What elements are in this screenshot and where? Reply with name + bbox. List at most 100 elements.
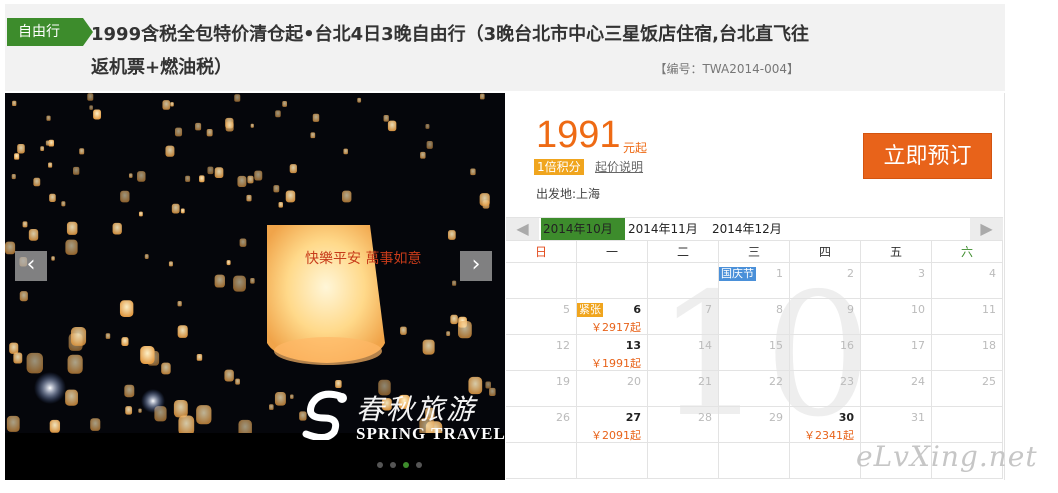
next-month-arrow-icon[interactable]: ▶: [970, 218, 1003, 240]
sky-lantern: [290, 394, 294, 399]
sky-lantern: [119, 300, 134, 317]
day-number: 19: [556, 375, 570, 388]
day-number: 30: [838, 411, 854, 424]
gallery-dot-active[interactable]: [403, 462, 409, 468]
sky-lantern: [9, 342, 19, 354]
calendar-day-cell: 12: [506, 335, 577, 371]
gallery-next-button[interactable]: ›: [460, 251, 492, 281]
weekday-label: 一: [577, 241, 648, 263]
product-code: 【编号：TWA2014-004】: [654, 62, 799, 76]
calendar-day-cell: [648, 443, 719, 479]
calendar-day-cell: [719, 443, 790, 479]
day-number: 16: [840, 339, 854, 352]
sky-lantern: [65, 389, 78, 406]
calendar-day-cell: [648, 263, 719, 299]
gallery-dot[interactable]: [377, 462, 383, 468]
day-number: 21: [698, 375, 712, 388]
day-price[interactable]: ￥1991起: [591, 355, 641, 371]
calendar-day-cell[interactable]: 13 ￥1991起: [577, 335, 648, 371]
sky-lantern: [51, 256, 55, 261]
day-number: 4: [989, 267, 996, 280]
gallery-dot[interactable]: [390, 462, 396, 468]
lantern-inscription: 快樂平安 萬事如意: [305, 250, 421, 267]
sky-lantern: [61, 201, 66, 207]
day-number: 11: [982, 303, 996, 316]
sky-lantern: [426, 141, 433, 149]
sky-lantern: [49, 419, 61, 433]
sky-lantern: [144, 254, 149, 259]
sky-lantern: [450, 314, 458, 325]
day-number: 27: [625, 411, 641, 424]
sky-lantern: [26, 352, 43, 374]
calendar-day-cell: 3: [861, 263, 932, 299]
sky-lantern: [206, 128, 213, 137]
sky-lantern: [233, 275, 246, 292]
day-price[interactable]: ￥2917起: [591, 319, 641, 335]
price: 1991: [536, 114, 621, 156]
calendar-day-cell[interactable]: 27 ￥2091起: [577, 407, 648, 443]
gallery-prev-button[interactable]: ‹: [15, 251, 47, 281]
sky-lantern: [170, 102, 174, 107]
sky-lantern: [17, 143, 25, 154]
sky-lantern: [446, 331, 451, 337]
sky-lantern: [90, 418, 101, 431]
sky-lantern: [195, 122, 202, 131]
availability-badge: 紧张: [577, 303, 603, 317]
calendar-day-cell: 10: [861, 299, 932, 335]
calendar-day-cell: 11: [932, 299, 1003, 335]
calendar-day-cell: 8: [719, 299, 790, 335]
calendar-day-cell: 19: [506, 371, 577, 407]
calendar-day-cell[interactable]: 6 紧张 ￥2917起: [577, 299, 648, 335]
day-number: 1: [776, 267, 783, 280]
sky-lantern: [66, 221, 78, 235]
month-tab-oct[interactable]: 2014年10月: [541, 218, 625, 240]
sky-lantern: [105, 333, 111, 339]
sky-lantern: [11, 173, 16, 180]
sky-lantern: [162, 100, 171, 110]
day-number: 26: [556, 411, 570, 424]
sky-lantern: [400, 326, 407, 335]
booking-panel: 1991 元起 1倍积分 起价说明 出发地:上海 立即预订 ◀ 2014年10月…: [505, 93, 1005, 480]
sky-lantern: [40, 146, 45, 152]
sky-lantern: [269, 404, 274, 410]
month-tab-nov[interactable]: 2014年11月: [626, 218, 698, 240]
sky-lantern: [46, 115, 51, 121]
sky-lantern: [93, 109, 102, 120]
watermark-english: SPRING TRAVEL: [356, 424, 505, 443]
sky-lantern: [214, 167, 224, 179]
sky-lantern: [343, 148, 348, 155]
day-number: 17: [911, 339, 925, 352]
sky-lantern: [22, 221, 28, 228]
day-number: 29: [769, 411, 783, 424]
weekday-label: 三: [719, 241, 790, 263]
day-price[interactable]: ￥2091起: [591, 427, 641, 443]
calendar-day-cell: 4: [932, 263, 1003, 299]
sky-lantern: [234, 94, 241, 102]
gallery-dot[interactable]: [416, 462, 422, 468]
calendar-day-cell[interactable]: 30 ￥2341起: [790, 407, 861, 443]
day-number: 18: [982, 339, 996, 352]
day-price[interactable]: ￥2341起: [804, 427, 854, 443]
weekday-label: 日: [506, 241, 577, 263]
sky-lantern: [282, 100, 288, 107]
day-number: 20: [627, 375, 641, 388]
sky-lantern: [128, 173, 133, 178]
sky-lantern: [196, 405, 212, 425]
sky-lantern: [422, 339, 435, 355]
day-number: 10: [911, 303, 925, 316]
calendar-day-cell: 14: [648, 335, 719, 371]
calendar-day-cell: 2: [790, 263, 861, 299]
sky-lantern: [65, 239, 78, 255]
sky-lantern: [178, 415, 195, 436]
month-tab-dec[interactable]: 2014年12月: [710, 218, 782, 240]
calendar-day-cell: 20: [577, 371, 648, 407]
sky-lantern: [174, 127, 183, 137]
sky-lantern: [28, 229, 39, 241]
sky-lantern: [342, 190, 352, 203]
sky-lantern: [278, 202, 283, 208]
prev-month-arrow-icon[interactable]: ◀: [506, 218, 539, 240]
sky-lantern: [138, 211, 143, 217]
start-price-note-link[interactable]: 起价说明: [595, 159, 643, 175]
sky-lantern: [125, 406, 133, 415]
book-now-button[interactable]: 立即预订: [863, 133, 992, 179]
